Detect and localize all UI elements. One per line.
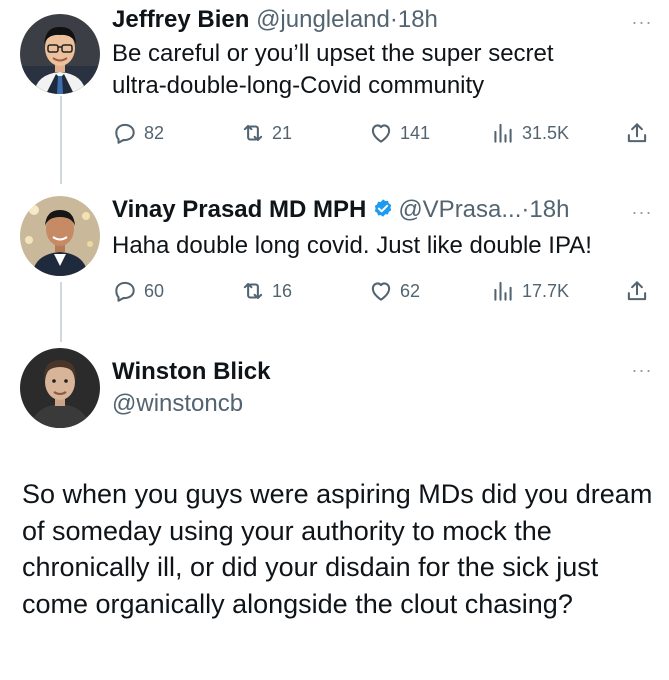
tweet-timestamp[interactable]: 18h [398, 6, 438, 33]
retweet-button[interactable]: 16 [240, 274, 292, 308]
author-handle[interactable]: @VPrasa... [398, 196, 521, 223]
reply-button[interactable]: 82 [112, 116, 164, 150]
tweet-vinay-prasad[interactable]: Vinay Prasad MD MPH @VPrasa...·18h ··· Ha… [0, 180, 669, 340]
like-count: 141 [400, 123, 431, 143]
views-count: 17.7K [522, 281, 570, 301]
share-icon [627, 123, 647, 143]
tweet-header: Vinay Prasad MD MPH @VPrasa...·18h [112, 195, 569, 225]
views-icon [494, 123, 512, 143]
reply-count: 60 [144, 281, 165, 301]
tweet-jeffrey-bien[interactable]: Jeffrey Bien @jungleland·18h ··· Be care… [0, 0, 669, 180]
like-button[interactable]: 141 [368, 116, 430, 150]
tweet-header: Jeffrey Bien @jungleland·18h [112, 5, 438, 35]
retweet-count: 16 [272, 281, 293, 301]
tweet-timestamp[interactable]: 18h [529, 196, 569, 223]
like-icon [371, 282, 391, 301]
like-button[interactable]: 62 [368, 274, 420, 308]
avatar-winston-blick[interactable] [20, 348, 100, 428]
retweet-icon [243, 282, 263, 300]
tweet-winston-blick[interactable]: Winston Blick @winstoncb ··· So when you… [0, 340, 669, 680]
author-handle[interactable]: @winstoncb [112, 390, 243, 418]
tweet-actions: 60 16 62 17.7K [112, 274, 657, 308]
reply-icon [115, 123, 135, 144]
main-tweet-text: So when you guys were aspiring MDs did y… [22, 479, 653, 619]
reply-button[interactable]: 60 [112, 274, 164, 308]
share-icon [627, 281, 647, 301]
avatar-image [20, 196, 100, 276]
separator-dot: · [389, 6, 398, 33]
verified-badge-icon [375, 199, 392, 217]
like-count: 62 [400, 281, 421, 301]
tweet-actions: 82 21 141 31.5K [112, 116, 657, 150]
more-icon[interactable]: ··· [627, 360, 657, 380]
retweet-icon [243, 124, 263, 142]
views-count: 31.5K [522, 123, 570, 143]
views-button[interactable]: 31.5K [490, 116, 569, 150]
avatar-image [20, 348, 100, 428]
avatar-jeffrey-bien[interactable] [20, 14, 100, 94]
avatar-vinay-prasad[interactable] [20, 196, 100, 276]
author-name[interactable]: Jeffrey Bien [112, 6, 249, 33]
more-icon[interactable]: ··· [627, 12, 657, 32]
tweet-text: Haha double long covid. Just like double… [112, 232, 592, 259]
reply-count: 82 [144, 123, 165, 143]
author-handle[interactable]: @jungleland [256, 6, 390, 33]
views-icon [494, 281, 512, 301]
author-name[interactable]: Winston Blick [112, 358, 270, 386]
tweet-text: Be careful or you’ll upset the super sec… [112, 40, 554, 99]
author-name[interactable]: Vinay Prasad MD MPH [112, 196, 366, 223]
more-icon[interactable]: ··· [627, 202, 657, 222]
views-button[interactable]: 17.7K [490, 274, 569, 308]
reply-icon [115, 281, 135, 302]
share-button[interactable] [624, 116, 656, 150]
share-button[interactable] [624, 274, 656, 308]
like-icon [371, 124, 391, 143]
avatar-image [20, 14, 100, 94]
retweet-count: 21 [272, 123, 293, 143]
retweet-button[interactable]: 21 [240, 116, 292, 150]
